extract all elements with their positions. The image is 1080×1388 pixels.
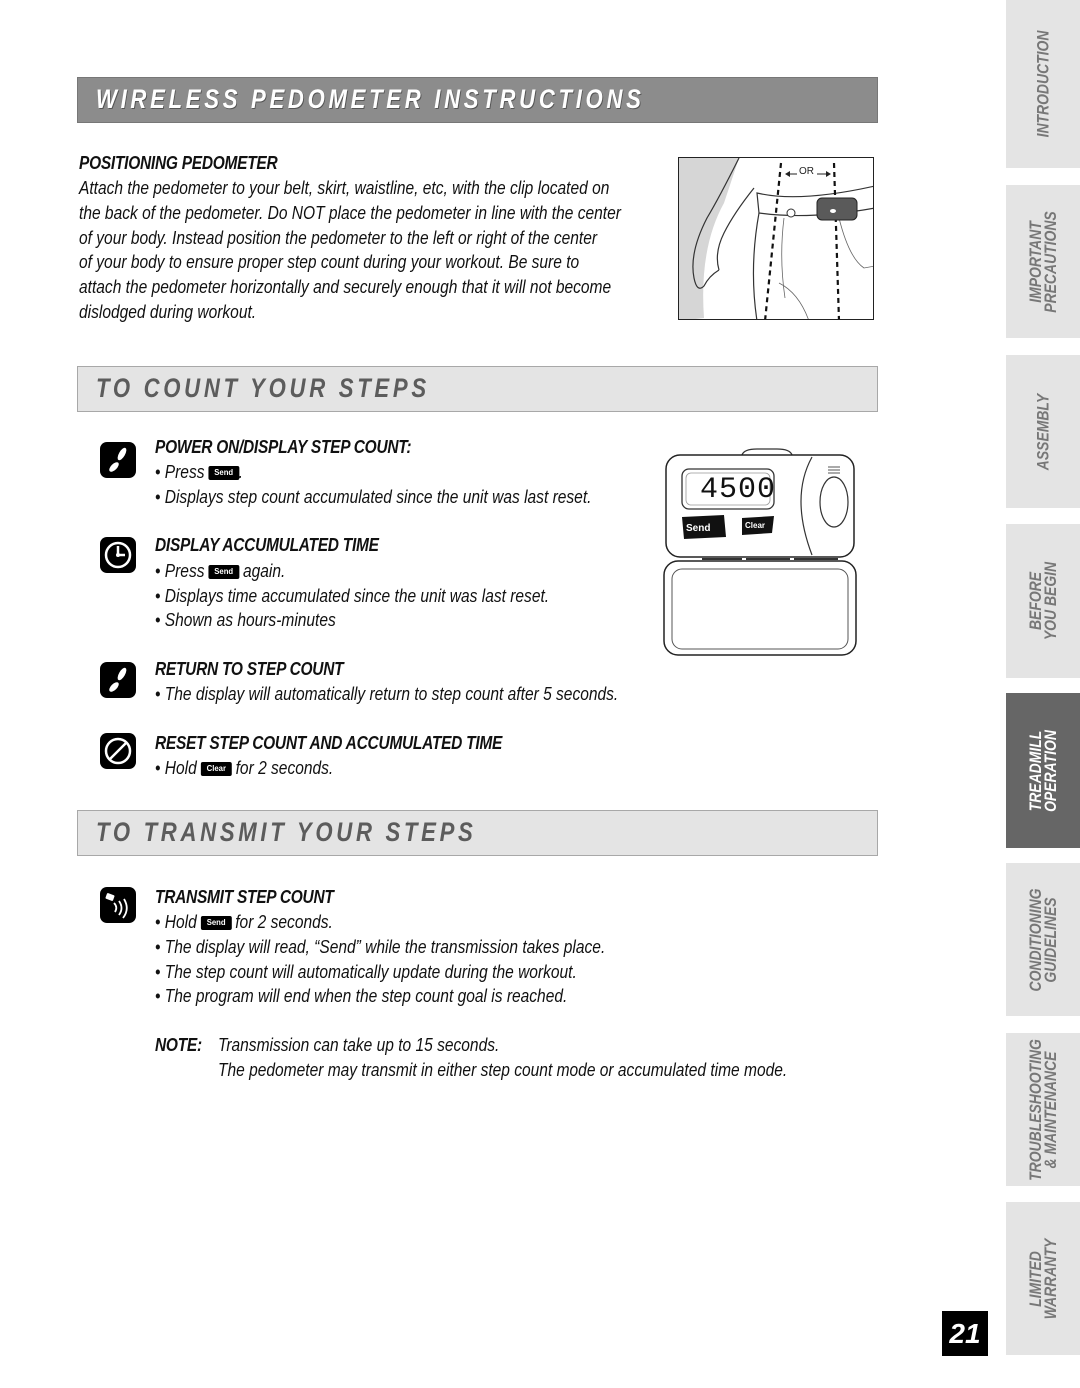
instruction-line: • The display will read, “Send” while th… [155, 936, 606, 957]
instruction-line: • The display will automatically return … [155, 683, 619, 704]
pedometer-clear-button: Clear [745, 521, 766, 530]
pedometer-display: 4500 [699, 473, 776, 507]
positioning-heading: POSITIONING PEDOMETER [79, 153, 278, 173]
pedometer-send-button: Send [686, 523, 711, 534]
send-key-icon: Send [208, 565, 239, 579]
positioning-line: Attach the pedometer to your belt, skirt… [79, 177, 610, 198]
footsteps-icon [100, 662, 136, 698]
belt-illustration: OR [678, 157, 874, 320]
page-number: 21 [942, 1311, 988, 1356]
tab-conditioning-guidelines[interactable]: CONDITIONING GUIDELINES [1006, 863, 1080, 1016]
positioning-line: dislodged during workout. [79, 300, 257, 322]
instruction-line: • Hold Clear for 2 seconds. [155, 757, 334, 778]
note-line: The pedometer may transmit in either ste… [218, 1059, 788, 1080]
note-line: Transmission can take up to 15 seconds. [218, 1034, 500, 1055]
instruction-line: • Press Send again. [155, 560, 286, 581]
pedometer-illustration: 4500 Send Clear [662, 447, 858, 657]
transmit-section-title: TO TRANSMIT YOUR STEPS [96, 817, 477, 847]
tab-treadmill-operation[interactable]: TREADMILL OPERATION [1006, 693, 1080, 848]
transmit-icon [100, 887, 136, 923]
instruction-line: • Press Send. [155, 461, 243, 482]
footsteps-icon [100, 442, 136, 478]
instruction-line: • Displays step count accumulated since … [155, 486, 592, 507]
instruction-line: • Displays time accumulated since the un… [155, 585, 550, 606]
reset-heading: RESET STEP COUNT AND ACCUMULATED TIME [155, 733, 503, 753]
instruction-line: • Hold Send for 2 seconds. [155, 911, 333, 932]
tab-assembly[interactable]: ASSEMBLY [1006, 355, 1080, 508]
no-sign-icon [100, 733, 136, 769]
return-step-count-heading: RETURN TO STEP COUNT [155, 659, 344, 679]
main-title-bar: WIRELESS PEDOMETER INSTRUCTIONS [77, 77, 878, 123]
positioning-line: of your body to ensure proper step count… [79, 251, 580, 273]
instruction-line: • Shown as hours-minutes [155, 609, 336, 630]
send-key-icon: Send [208, 466, 239, 480]
page-title: WIRELESS PEDOMETER INSTRUCTIONS [96, 84, 645, 114]
or-label: OR [799, 166, 814, 177]
transmit-heading: TRANSMIT STEP COUNT [155, 887, 334, 907]
accumulated-time-heading: DISPLAY ACCUMULATED TIME [155, 535, 379, 555]
instruction-line: • The program will end when the step cou… [155, 985, 568, 1006]
count-section-bar: TO COUNT YOUR STEPS [77, 366, 878, 412]
positioning-line: the back of the pedometer. Do NOT place … [79, 201, 621, 223]
clear-key-icon: Clear [200, 762, 232, 776]
tab-introduction[interactable]: INTRODUCTION [1006, 0, 1080, 168]
tab-troubleshooting-maintenance[interactable]: TROUBLESHOOTING & MAINTENANCE [1006, 1033, 1080, 1186]
send-key-icon: Send [200, 916, 232, 930]
tab-limited-warranty[interactable]: LIMITED WARRANTY [1006, 1202, 1080, 1355]
count-section-title: TO COUNT YOUR STEPS [96, 373, 430, 403]
note-label: NOTE: [155, 1035, 202, 1055]
tab-important-precautions[interactable]: IMPORTANT PRECAUTIONS [1006, 185, 1080, 338]
transmit-section-bar: TO TRANSMIT YOUR STEPS [77, 810, 878, 856]
power-on-heading: POWER ON/DISPLAY STEP COUNT: [155, 437, 412, 457]
positioning-line: attach the pedometer horizontally and se… [79, 276, 612, 298]
instruction-line: • The step count will automatically upda… [155, 961, 577, 982]
tab-before-you-begin[interactable]: BEFORE YOU BEGIN [1006, 524, 1080, 678]
clock-icon [100, 537, 136, 573]
positioning-line: of your body. Instead position the pedom… [79, 226, 598, 248]
positioning-text: Attach the pedometer to your belt, skirt… [79, 176, 621, 325]
